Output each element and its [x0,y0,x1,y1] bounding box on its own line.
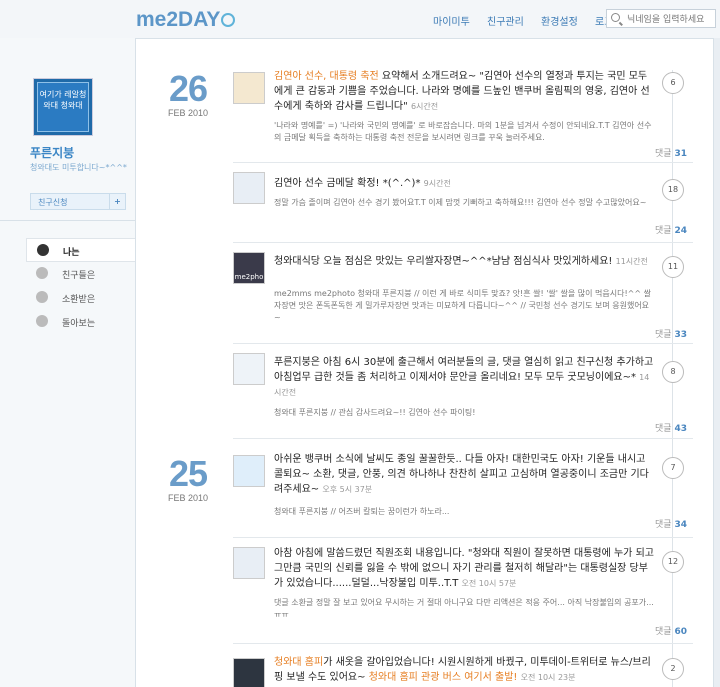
date-day: 26 [168,68,208,109]
post-item: 푸른지붕은 아침 6시 30분에 출근해서 여러분들의 글, 댓글 열심히 읽고… [233,347,693,439]
date-marker: 25 FEB 2010 [160,453,216,504]
post-text: 아참 아침에 말씀드렸던 직원조회 내용입니다. "청와대 직원이 잘못하면 대… [274,546,654,591]
menu-item-label: 나는 [63,248,80,258]
reply-link[interactable]: 댓글 34 [655,517,687,530]
post-link[interactable]: 김연아 선수, 대통령 축전 [274,71,379,82]
menu-item-lookback[interactable]: 돌아보는 [26,310,136,334]
search-input[interactable] [606,9,716,28]
metoo-count[interactable]: 2 [662,658,684,680]
post-body: 청와대식당 오늘 점심은 맛있는 우리쌀자장면~^^*냠냠 점심식사 맛있게하세… [274,256,613,267]
sidebar: 여기가 레알청와대 청와대 푸른지붕 청와대도 미투합니다~*^^* 친구신청 … [0,38,136,687]
post-comment: me2mms me2photo 청와대 푸른지붕 // 이런 게 바로 식미투 … [274,289,651,322]
plus-icon[interactable]: + [109,193,125,210]
menu-item-label: 친구들은 [62,271,96,281]
post-text: 김연아 선수, 대통령 축전 요약해서 소개드려요~ "김연아 선수의 열정과 … [274,69,654,114]
logo-bubble-icon [221,13,236,27]
date-month: FEB 2010 [167,108,209,118]
avatar[interactable] [233,172,265,204]
metoo-count[interactable]: 11 [662,256,684,278]
profile-name[interactable]: 푸른지붕 [30,144,74,161]
nav-settings[interactable]: 환경설정 [541,17,578,28]
nav-friends[interactable]: 친구관리 [487,17,524,28]
photo-thumbnail[interactable]: me2pho [233,252,265,284]
post-time[interactable]: 오후 5시 37분 [322,485,372,494]
menu-item-label: 돌아보는 [62,319,96,329]
photo-thumbnail[interactable] [233,658,265,687]
logo[interactable]: me2DAY [136,8,236,32]
post-comment: 정말 가슴 졸이며 김연아 선수 경기 봤어요T.T 이제 맘껏 기뻐하고 축하… [274,198,647,207]
reply-link[interactable]: 댓글 33 [655,327,687,340]
post-body: 김연아 선수 금메달 확정! *(^.^)* [274,178,421,189]
menu-item-label: 소환받은 [62,295,96,305]
friends-icon [36,267,48,279]
post-time[interactable]: 11시간전 [616,257,648,266]
post-text: 김연아 선수 금메달 확정! *(^.^)* 9시간전 [274,176,654,191]
post-item: 아쉬운 뱅쿠버 소식에 날씨도 종일 꿀꿀한듯.. 다들 아자! 대한민국도 아… [233,449,693,538]
friend-request-button[interactable]: 친구신청 + [30,193,126,210]
reply-link[interactable]: 댓글 60 [655,624,687,637]
metoo-count[interactable]: 18 [662,179,684,201]
post-item: 김연아 선수, 대통령 축전 요약해서 소개드려요~ "김연아 선수의 열정과 … [233,66,693,163]
post-link[interactable]: 청와대 홈피 관광 버스 여기서 출발! [369,672,518,683]
menu-item-friends[interactable]: 친구들은 [26,262,136,286]
post-comment: '나라와 명예를' =) '나라와 국민의 명예를' 로 바로잡습니다. 마의 … [274,121,652,142]
profile-desc: 청와대도 미투합니다~*^^* [30,163,127,172]
reply-link[interactable]: 댓글 43 [655,421,687,434]
search-icon [611,13,620,22]
metoo-count[interactable]: 7 [662,457,684,479]
profile-image-caption: 여기가 레알청와대 청와대 [37,82,89,132]
friend-request-label: 친구신청 [38,198,68,207]
sidebar-menu: 나는 친구들은 소환받은 돌아보는 [26,238,136,334]
post-text: 푸른지붕은 아침 6시 30분에 출근해서 여러분들의 글, 댓글 열심히 읽고… [274,355,654,400]
post-item: 아참 아침에 말씀드렸던 직원조회 내용입니다. "청와대 직원이 잘못하면 대… [233,541,693,644]
avatar[interactable] [233,547,265,579]
post-comment: 청와대 푸른지붕 // 어즈버 칼퇴는 꿈이런가 하노라... [274,507,450,516]
menu-item-summoned[interactable]: 소환받은 [26,286,136,310]
nav-mypage[interactable]: 마이미투 [433,17,470,28]
post-text: 청와대 홈피가 새옷을 갈아입었습니다! 시원시원하게 바꿨구, 미투데이-트위… [274,655,654,685]
footprint-icon [36,315,48,327]
post-text: 아쉬운 뱅쿠버 소식에 날씨도 종일 꿀꿀한듯.. 다들 아자! 대한민국도 아… [274,452,654,497]
reply-link[interactable]: 댓글 24 [655,223,687,236]
post-item: me2pho 청와대식당 오늘 점심은 맛있는 우리쌀자장면~^^*냠냠 점심식… [233,246,693,344]
post-link[interactable]: 청와대 홈피 [274,657,323,668]
date-marker: 26 FEB 2010 [160,68,216,119]
post-time[interactable]: 9시간전 [424,179,451,188]
metoo-count[interactable]: 8 [662,361,684,383]
post-comment: 댓글 소환글 정말 잘 보고 있어요 무시하는 거 절대 아니구요 다만 리액션… [274,598,654,619]
me-icon [37,244,49,256]
rain-icon[interactable] [233,455,265,487]
post-time[interactable]: 오전 10시 23분 [521,673,576,682]
post-time[interactable]: 오전 10시 57분 [462,579,517,588]
post-text: 청와대식당 오늘 점심은 맛있는 우리쌀자장면~^^*냠냠 점심식사 맛있게하세… [274,254,654,269]
summon-icon [36,291,48,303]
post-body: 푸른지붕은 아침 6시 30분에 출근해서 여러분들의 글, 댓글 열심히 읽고… [274,357,654,383]
reply-link[interactable]: 댓글 31 [655,146,687,159]
sidebar-divider [0,220,135,221]
weather-icon[interactable] [233,353,265,385]
menu-item-me[interactable]: 나는 [26,238,136,262]
metoo-count[interactable]: 12 [662,551,684,573]
header-bar: me2DAY 마이미투 친구관리 환경설정 로그아웃 [0,0,720,38]
post-item: 청와대 홈피가 새옷을 갈아입었습니다! 시원시원하게 바꿨구, 미투데이-트위… [233,652,693,687]
metoo-count[interactable]: 6 [662,72,684,94]
post-item: 김연아 선수 금메달 확정! *(^.^)* 9시간전 정말 가슴 졸이며 김연… [233,166,693,243]
avatar[interactable] [233,72,265,104]
date-month: FEB 2010 [167,493,209,503]
post-comment: 청와대 푸른지붕 // 관심 감사드려요~!! 김연아 선수 파이팅! [274,408,476,417]
date-day: 25 [168,453,208,494]
profile-image[interactable]: 여기가 레알청와대 청와대 [33,78,93,136]
post-time[interactable]: 6시간전 [411,102,438,111]
